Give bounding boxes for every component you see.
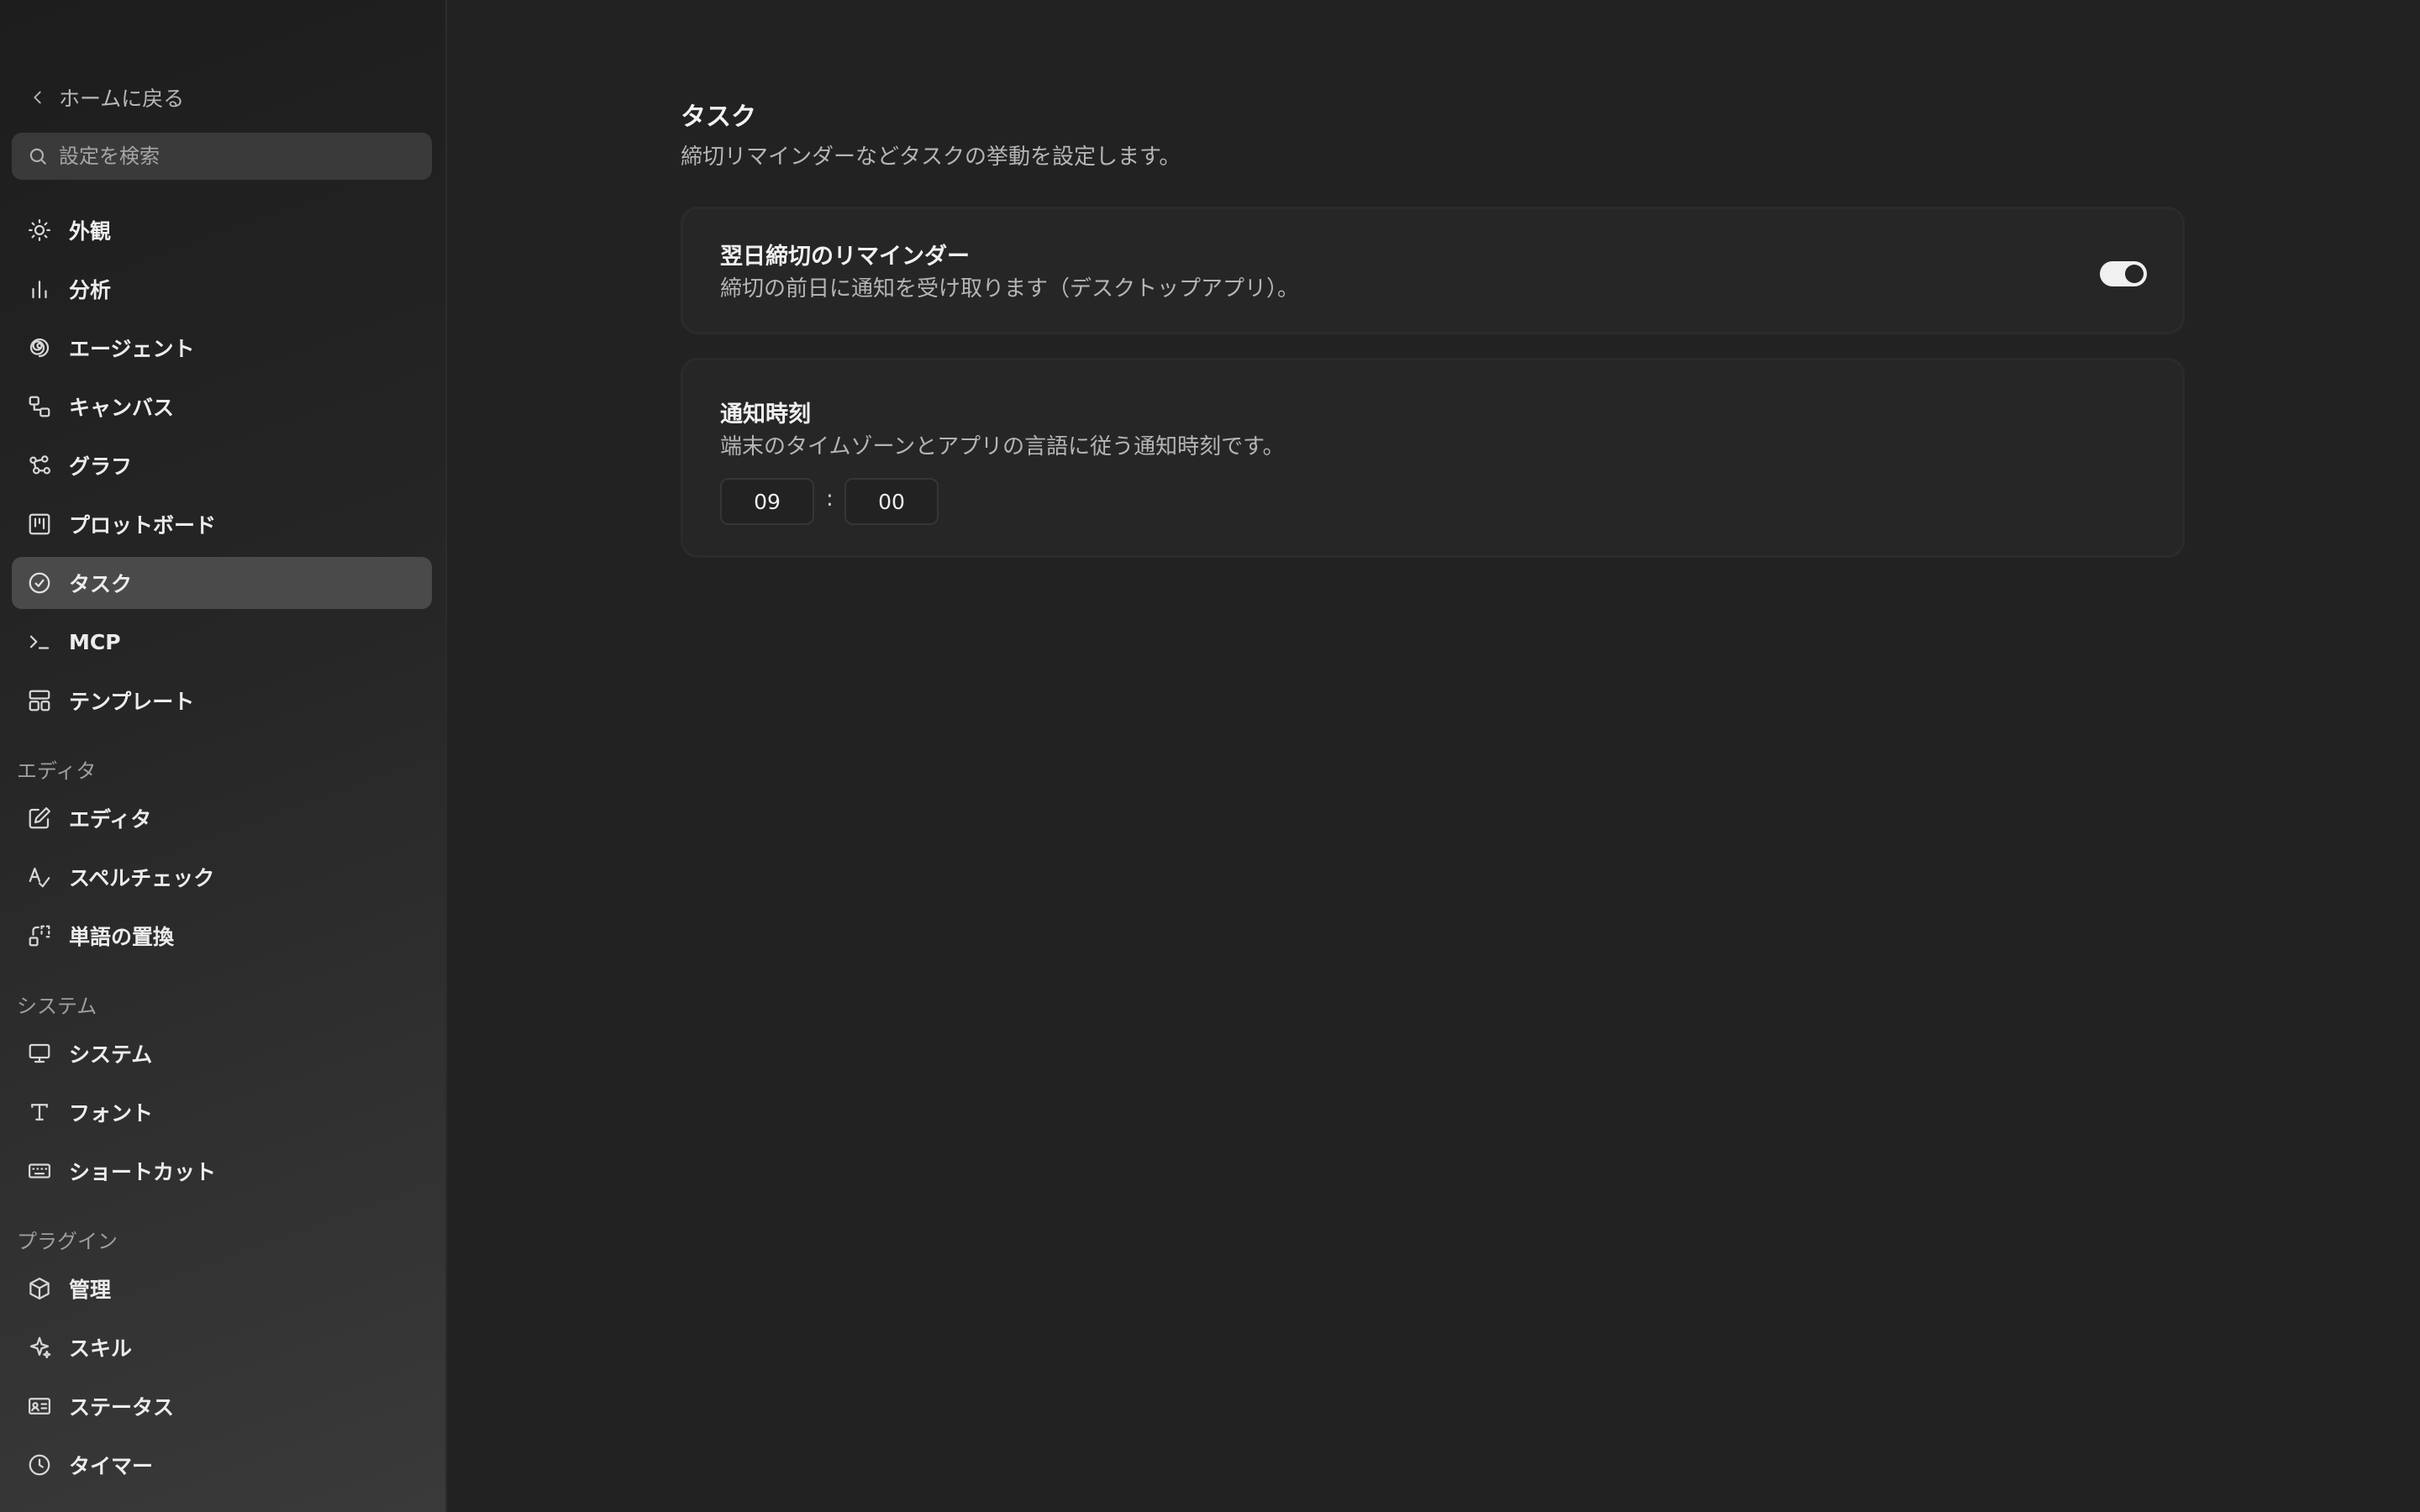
section-label-plugins: プラグイン	[17, 1230, 118, 1253]
search-input[interactable]	[59, 144, 412, 168]
sidebar-item-appearance[interactable]: 外観	[12, 204, 432, 256]
replace-icon	[29, 925, 50, 947]
spellcheck-icon	[29, 867, 50, 888]
notify-time-description: 端末のタイムゾーンとアプリの言語に従う通知時刻です。	[720, 434, 1285, 459]
sidebar-item-label: スペルチェック	[69, 866, 215, 890]
spiral-icon	[29, 338, 50, 358]
reminder-toggle[interactable]	[2100, 261, 2147, 286]
sidebar-item-label: 管理	[69, 1278, 112, 1302]
monitor-icon	[29, 1043, 50, 1063]
bar-chart-icon	[32, 281, 47, 299]
sparkle-icon	[29, 1336, 51, 1359]
sidebar-item-status[interactable]: ステータス	[12, 1380, 432, 1432]
sidebar-item-tasks[interactable]: タスク	[12, 557, 432, 609]
sidebar-item-word-replace[interactable]: 単語の置換	[12, 910, 432, 962]
template-icon	[29, 690, 50, 711]
sidebar: ホームに戻る 外観 分析 エージェント キャンバス グラフ プロットボード タス…	[0, 0, 447, 1512]
sidebar-item-fonts[interactable]: フォント	[12, 1086, 432, 1138]
terminal-icon	[29, 635, 50, 649]
sidebar-item-manage[interactable]: 管理	[12, 1263, 432, 1315]
sidebar-item-label: プロットボード	[69, 513, 217, 538]
sidebar-item-label: キャンバス	[69, 396, 175, 420]
type-icon	[31, 1104, 48, 1121]
back-label: ホームに戻る	[59, 87, 185, 111]
sidebar-item-skills[interactable]: スキル	[12, 1321, 432, 1373]
clock-icon	[29, 1454, 50, 1476]
sidebar-item-mcp[interactable]: MCP	[12, 616, 432, 668]
graph-icon	[29, 455, 50, 475]
board-icon	[29, 513, 50, 535]
sidebar-item-system[interactable]: システム	[12, 1027, 432, 1079]
sidebar-item-label: 外観	[69, 219, 112, 244]
time-separator: :	[826, 486, 834, 512]
search-icon	[29, 148, 46, 165]
section-label-editor: エディタ	[17, 759, 97, 783]
reminder-description: 締切の前日に通知を受け取ります（デスクトップアプリ）。	[720, 276, 1300, 302]
section-label-system: システム	[17, 995, 97, 1018]
notify-time-title: 通知時刻	[720, 402, 811, 428]
sidebar-item-templates[interactable]: テンプレート	[12, 675, 432, 727]
sidebar-item-label: MCP	[69, 629, 121, 654]
sidebar-item-analytics[interactable]: 分析	[12, 263, 432, 315]
reminder-card: 翌日締切のリマインダー 締切の前日に通知を受け取ります（デスクトップアプリ）。	[681, 207, 2185, 334]
package-icon	[29, 1278, 50, 1299]
sidebar-item-label: フォント	[69, 1101, 154, 1126]
sidebar-item-timer[interactable]: タイマー	[12, 1439, 432, 1491]
sidebar-item-label: タスク	[69, 572, 133, 596]
back-to-home-link[interactable]: ホームに戻る	[29, 81, 184, 114]
page-title: タスク	[681, 102, 756, 132]
sidebar-item-label: テンプレート	[69, 690, 195, 714]
sidebar-item-label: スキル	[69, 1336, 133, 1361]
sidebar-item-label: グラフ	[69, 454, 133, 479]
hour-input[interactable]: 09	[720, 478, 814, 525]
sidebar-item-label: エディタ	[69, 807, 152, 832]
page-description: 締切リマインダーなどタスクの挙動を設定します。	[681, 144, 1181, 170]
sidebar-item-label: 単語の置換	[69, 925, 175, 949]
reminder-title: 翌日締切のリマインダー	[720, 244, 970, 270]
check-circle-icon	[29, 572, 50, 594]
sidebar-item-label: システム	[69, 1042, 153, 1067]
sidebar-item-editor[interactable]: エディタ	[12, 792, 432, 844]
sidebar-item-agent[interactable]: エージェント	[12, 322, 432, 374]
settings-search[interactable]	[12, 133, 432, 180]
sidebar-item-label: タイマー	[69, 1454, 154, 1478]
canvas-icon	[29, 396, 50, 417]
sidebar-item-label: 分析	[69, 278, 112, 302]
keyboard-icon	[29, 1163, 50, 1179]
sidebar-item-label: エージェント	[69, 337, 195, 361]
sidebar-item-spellcheck[interactable]: スペルチェック	[12, 851, 432, 903]
chevron-left-icon	[34, 91, 41, 104]
sidebar-item-canvas[interactable]: キャンバス	[12, 381, 432, 433]
id-card-icon	[29, 1398, 50, 1415]
sidebar-item-shortcuts[interactable]: ショートカット	[12, 1145, 432, 1197]
minute-input[interactable]: 00	[844, 478, 939, 525]
sun-icon	[29, 219, 50, 241]
sidebar-item-label: ステータス	[69, 1395, 175, 1420]
sidebar-item-label: ショートカット	[69, 1160, 217, 1184]
sidebar-item-graph[interactable]: グラフ	[12, 439, 432, 491]
sidebar-item-plotboard[interactable]: プロットボード	[12, 498, 432, 550]
notify-time-card: 通知時刻 端末のタイムゾーンとアプリの言語に従う通知時刻です。 09 : 00	[681, 358, 2185, 558]
edit-icon	[29, 807, 50, 829]
toggle-knob	[2125, 265, 2144, 283]
